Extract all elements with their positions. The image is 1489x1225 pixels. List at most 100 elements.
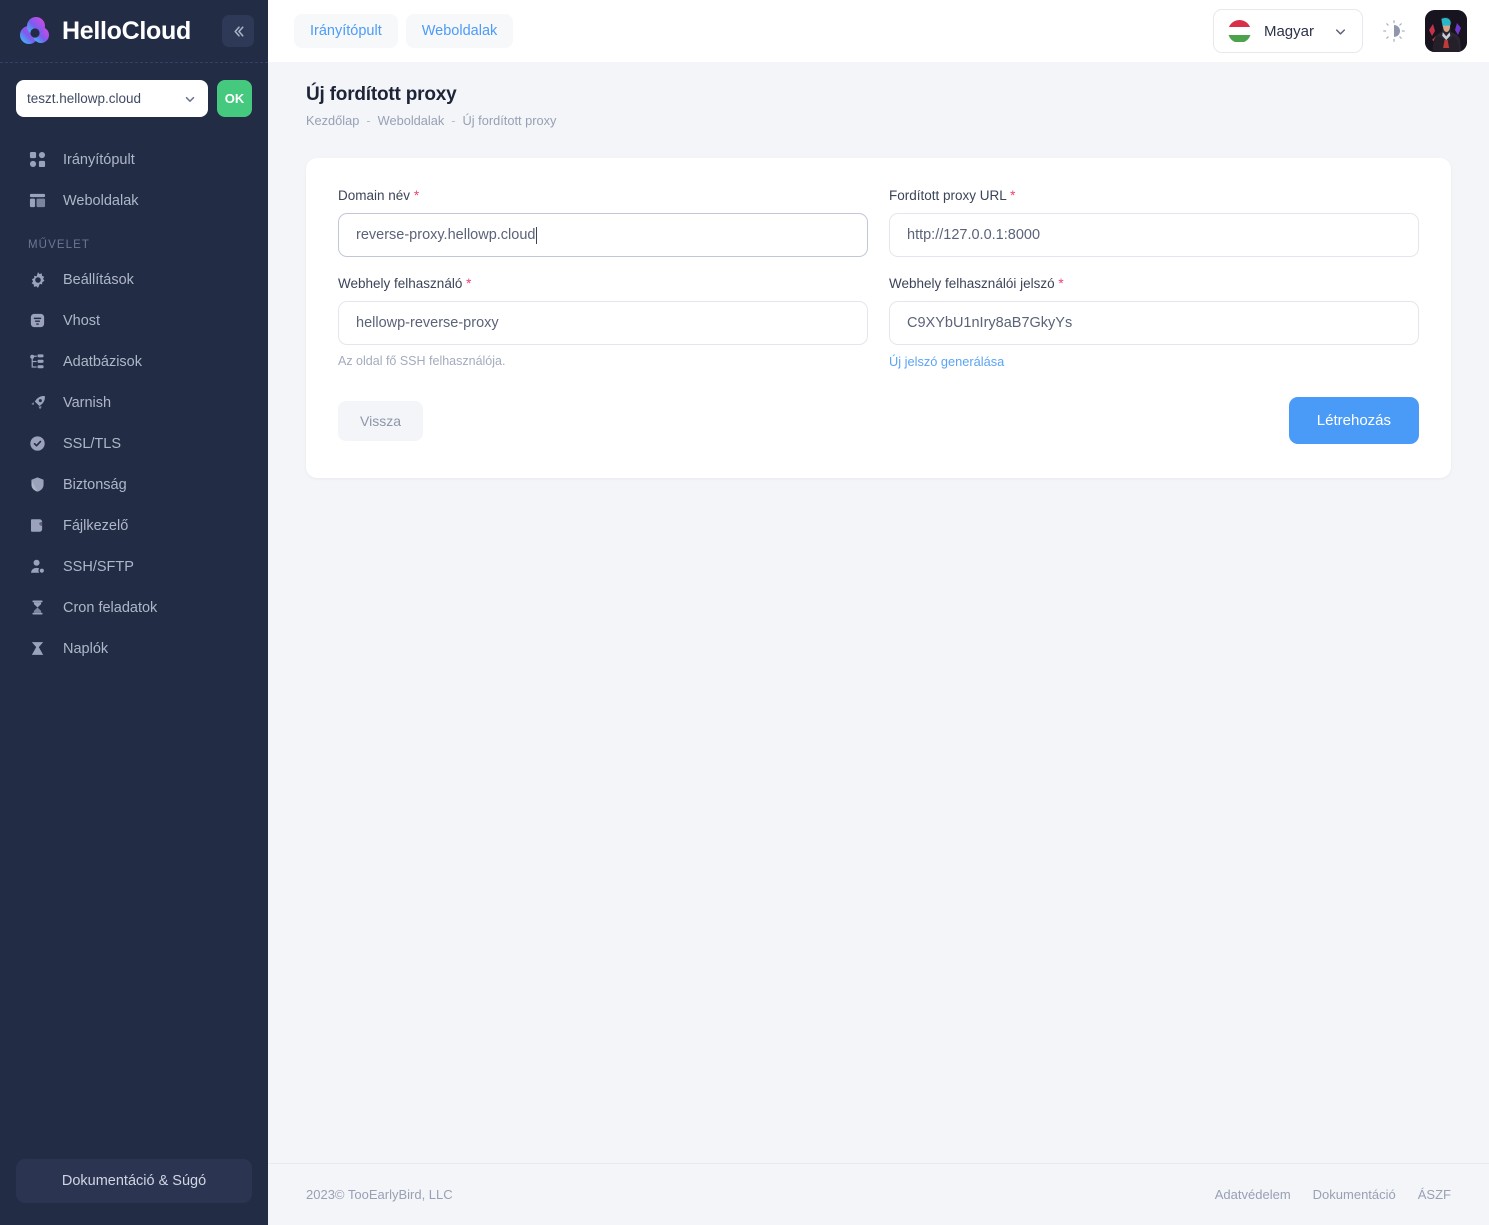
site-password-label-text: Webhely felhasználói jelszó	[889, 276, 1055, 291]
sidebar-item-label: Naplók	[63, 640, 109, 657]
sidebar-nav: Irányítópult Weboldalak MŰVELET Beállítá…	[0, 117, 268, 669]
proxy-url-label-text: Fordított proxy URL	[889, 188, 1007, 203]
sidebar-item-label: Cron feladatok	[63, 599, 158, 616]
form-actions: Vissza Létrehozás	[338, 397, 1419, 444]
domain-ok-button[interactable]: OK	[217, 80, 252, 117]
rocket-icon	[28, 393, 47, 412]
breadcrumb-item-kezdolap[interactable]: Kezdőlap	[306, 113, 359, 128]
proxy-url-value: http://127.0.0.1:8000	[907, 227, 1041, 243]
sidebar-item-label: SSL/TLS	[63, 435, 122, 452]
footer-links: Adatvédelem Dokumentáció ÁSZF	[1215, 1187, 1451, 1202]
brand-row: HelloCloud	[0, 0, 268, 62]
required-marker: *	[1010, 188, 1016, 203]
sidebar-item-ssl-tls[interactable]: SSL/TLS	[0, 423, 268, 464]
folder-icon	[28, 516, 47, 535]
sidebar-group-label: MŰVELET	[28, 239, 91, 251]
documentation-help-button[interactable]: Dokumentáció & Súgó	[16, 1159, 252, 1203]
site-user-help-text: Az oldal fő SSH felhasználója.	[338, 354, 506, 368]
sidebar-item-label: Adatbázisok	[63, 353, 142, 370]
language-selector[interactable]: Magyar	[1212, 9, 1363, 53]
required-marker: *	[413, 188, 420, 203]
domain-name-input[interactable]: reverse-proxy.hellowp.cloud	[338, 213, 868, 257]
domain-selector-row: teszt.hellowp.cloud OK	[0, 63, 268, 117]
shield-check-icon	[28, 434, 47, 453]
footer-link-aszf[interactable]: ÁSZF	[1418, 1187, 1451, 1202]
required-marker: *	[1058, 276, 1064, 291]
page-header: Új fordított proxy Kezdőlap - Weboldalak…	[268, 62, 1489, 128]
cloud-logo-icon	[16, 12, 54, 50]
breadcrumb-item-current: Új fordított proxy	[462, 113, 557, 128]
sidebar-item-naplok[interactable]: Naplók	[0, 628, 268, 669]
proxy-url-input[interactable]: http://127.0.0.1:8000	[889, 213, 1419, 257]
sidebar-item-label: Weboldalak	[63, 192, 139, 209]
sidebar: HelloCloud teszt.hellowp.cloud OK Irányí…	[0, 0, 268, 1225]
sidebar-item-ssh-sftp[interactable]: SSH/SFTP	[0, 546, 268, 587]
sidebar-item-label: Vhost	[63, 312, 101, 329]
chevron-down-icon	[183, 92, 197, 106]
field-site-user: Webhely felhasználó * hellowp-reverse-pr…	[338, 276, 868, 371]
sidebar-item-label: Beállítások	[63, 271, 134, 288]
site-user-label-text: Webhely felhasználó	[338, 276, 463, 291]
layout-window-icon	[28, 191, 47, 210]
sidebar-collapse-button[interactable]	[222, 15, 254, 47]
tab-iranyitopult[interactable]: Irányítópult	[294, 14, 398, 48]
required-marker: *	[466, 276, 472, 291]
breadcrumb: Kezdőlap - Weboldalak - Új fordított pro…	[306, 113, 1451, 128]
topbar-right-controls: Magyar	[1212, 9, 1467, 53]
gear-icon	[28, 270, 47, 289]
sidebar-item-label: Irányítópult	[63, 151, 135, 168]
app-root: HelloCloud teszt.hellowp.cloud OK Irányí…	[0, 0, 1489, 1225]
sidebar-item-adatbazisok[interactable]: Adatbázisok	[0, 341, 268, 382]
site-user-input[interactable]: hellowp-reverse-proxy	[338, 301, 868, 345]
shield-icon	[28, 475, 47, 494]
topbar-tabs: Irányítópult Weboldalak	[294, 14, 514, 48]
brand-name: HelloCloud	[62, 16, 191, 45]
reverse-proxy-form-card: Domain név * reverse-proxy.hellowp.cloud…	[306, 158, 1451, 478]
sidebar-item-iranyitopult[interactable]: Irányítópult	[0, 139, 268, 180]
topbar: Irányítópult Weboldalak Magyar	[268, 0, 1489, 62]
user-avatar[interactable]	[1425, 10, 1467, 52]
sidebar-item-label: Biztonság	[63, 476, 127, 493]
main-area: Irányítópult Weboldalak Magyar Új fordít…	[268, 0, 1489, 1225]
server-lines-icon	[28, 311, 47, 330]
proxy-url-label: Fordított proxy URL *	[889, 188, 1419, 203]
sidebar-item-cron-feladatok[interactable]: Cron feladatok	[0, 587, 268, 628]
tab-weboldalak[interactable]: Weboldalak	[405, 14, 514, 48]
domain-name-label: Domain név *	[338, 188, 868, 203]
domain-select[interactable]: teszt.hellowp.cloud	[16, 80, 208, 117]
sidebar-footer: Dokumentáció & Súgó	[0, 1159, 268, 1225]
chevron-down-icon	[1333, 24, 1348, 39]
generate-new-password-link[interactable]: Új jelszó generálása	[889, 354, 1004, 369]
sidebar-item-varnish[interactable]: Varnish	[0, 382, 268, 423]
theme-toggle-button[interactable]	[1381, 18, 1407, 44]
field-domain-name: Domain név * reverse-proxy.hellowp.cloud	[338, 188, 868, 257]
footer-link-dokumentacio[interactable]: Dokumentáció	[1313, 1187, 1396, 1202]
form-row-1: Domain név * reverse-proxy.hellowp.cloud…	[338, 188, 1419, 257]
footer-link-adatvedelem[interactable]: Adatvédelem	[1215, 1187, 1291, 1202]
text-cursor	[536, 226, 538, 244]
page-title: Új fordított proxy	[306, 84, 457, 105]
sidebar-item-beallitasok[interactable]: Beállítások	[0, 259, 268, 300]
grid-dashboard-icon	[28, 150, 47, 169]
sidebar-item-vhost[interactable]: Vhost	[0, 300, 268, 341]
site-user-label: Webhely felhasználó *	[338, 276, 868, 291]
domain-name-label-text: Domain név	[338, 188, 411, 203]
site-password-input[interactable]: C9XYbU1nIry8aB7GkyYs	[889, 301, 1419, 345]
site-password-label: Webhely felhasználói jelszó *	[889, 276, 1419, 291]
sidebar-item-biztonsag[interactable]: Biztonság	[0, 464, 268, 505]
breadcrumb-item-weboldalak[interactable]: Weboldalak	[378, 113, 445, 128]
domain-name-value: reverse-proxy.hellowp.cloud	[356, 227, 536, 243]
language-label: Magyar	[1263, 22, 1314, 40]
sidebar-item-label: Varnish	[63, 394, 112, 411]
sun-theme-icon	[1383, 20, 1405, 42]
sidebar-item-fajlkezelo[interactable]: Fájlkezelő	[0, 505, 268, 546]
sidebar-item-weboldalak[interactable]: Weboldalak	[0, 180, 268, 221]
back-button[interactable]: Vissza	[338, 400, 423, 441]
breadcrumb-separator: -	[366, 113, 371, 128]
field-proxy-url: Fordított proxy URL * http://127.0.0.1:8…	[889, 188, 1419, 257]
create-button[interactable]: Létrehozás	[1288, 397, 1419, 444]
domain-select-value: teszt.hellowp.cloud	[27, 91, 142, 106]
footer-copyright: 2023© TooEarlyBird, LLC	[306, 1187, 453, 1202]
chevron-double-left-icon	[233, 25, 244, 37]
sidebar-item-label: SSH/SFTP	[63, 558, 134, 575]
